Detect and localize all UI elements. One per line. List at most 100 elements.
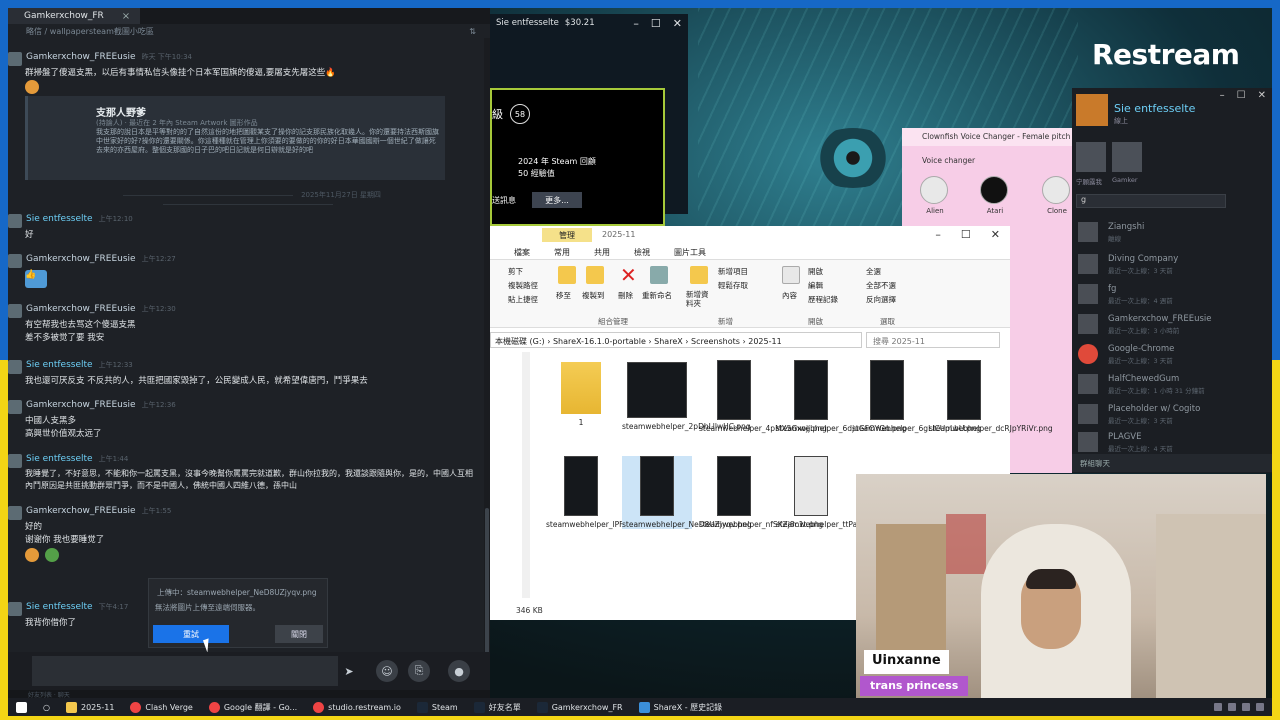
paste-shortcut-button[interactable]: 貼上捷徑 [508, 294, 538, 305]
taskbar-item-sharex[interactable]: ShareX - 歷史記錄 [631, 698, 731, 716]
avatar[interactable] [8, 454, 22, 468]
group-chats-header[interactable]: 群組聊天 [1072, 454, 1272, 472]
sender-name[interactable]: Sie entfesselte 上午1:44 [26, 454, 128, 464]
sender-name[interactable]: Gamkerxchow_FREEusie 上午1:55 [26, 506, 171, 516]
voice-alien[interactable]: Alien [920, 176, 950, 215]
chat-input[interactable] [32, 656, 338, 686]
friend-item[interactable]: Google-Chrome 最近一次上線：3 天前 [1078, 342, 1268, 365]
avatar[interactable] [8, 214, 22, 228]
file-item[interactable]: 1 [546, 362, 616, 427]
friend-item[interactable]: Diving Company 最近一次上線：3 天前 [1078, 252, 1268, 275]
sender-name[interactable]: Sie entfesselte 上午12:10 [26, 214, 133, 224]
delete-button[interactable]: 刪除 [618, 290, 633, 301]
friend-item[interactable]: fg 最近一次上線：4 週前 [1078, 282, 1268, 305]
send-icon[interactable]: ➤ [338, 660, 360, 682]
sender-name[interactable]: Sie entfesselte 下午4:17 [26, 602, 128, 612]
tab-picture-tools[interactable]: 圖片工具 [650, 244, 706, 259]
chat-scrollbar[interactable] [484, 38, 490, 688]
close-icon[interactable]: × [122, 11, 130, 22]
sender-name[interactable]: Sie entfesselte 上午12:33 [26, 360, 133, 370]
maximize-icon[interactable]: ☐ [651, 17, 661, 30]
voice-icon[interactable]: ● [448, 660, 470, 682]
properties-button[interactable]: 內容 [782, 290, 797, 301]
file-item[interactable]: steamwebhelper_ttPaaL9bet.png [776, 456, 900, 529]
more-button[interactable]: 更多... [532, 192, 582, 208]
settings-icon[interactable]: ⇅ [469, 27, 476, 36]
close-icon[interactable]: ✕ [673, 17, 682, 30]
tab-view[interactable]: 檢視 [610, 244, 650, 259]
avatar[interactable] [8, 52, 22, 66]
rename-button[interactable]: 重新命名 [642, 290, 672, 301]
address-bar[interactable]: 本機磁碟 (G:) › ShareX-16.1.0-portable › Sha… [490, 332, 862, 348]
taskbar-item-clash[interactable]: Clash Verge [122, 698, 200, 716]
friend-item[interactable]: Ziangshi 離線 [1078, 220, 1268, 243]
voice-atari[interactable]: Atari [980, 176, 1010, 215]
copy-path-button[interactable]: 複製路徑 [508, 280, 538, 291]
attach-icon[interactable]: ⎘ [408, 660, 430, 682]
close-button[interactable]: 關閉 [275, 625, 323, 643]
tray-icon[interactable] [1256, 703, 1264, 711]
friend-item[interactable]: Gamkerxchow_FREEusie 最近一次上線：3 小時前 [1078, 312, 1268, 335]
sender-name[interactable]: Gamkerxchow_FREEusie 昨天 下午10:34 [26, 52, 192, 62]
file-item[interactable]: steamwebhelper_6djuGFOYGn.png [776, 360, 906, 433]
avatar[interactable] [8, 400, 22, 414]
taskbar-item-chat[interactable]: Gamkerxchow_FR [529, 698, 631, 716]
friends-search-input[interactable]: g [1076, 194, 1226, 208]
sender-name[interactable]: Gamkerxchow_FREEusie 上午12:27 [26, 254, 176, 264]
select-none-button[interactable]: 全部不選 [866, 280, 896, 291]
maximize-icon[interactable]: ☐ [1237, 90, 1246, 101]
sender-name[interactable]: Gamkerxchow_FREEusie 上午12:30 [26, 304, 176, 314]
taskbar-item-translate[interactable]: Google 翻譯 - Go... [201, 698, 305, 716]
emoticon-icon[interactable]: ☺ [376, 660, 398, 682]
select-all-button[interactable]: 全選 [866, 266, 881, 277]
friend-item[interactable]: Placeholder w/ Cogito 最近一次上線：3 天前 [1078, 402, 1268, 425]
minimize-icon[interactable]: – [1220, 90, 1225, 101]
avatar[interactable] [8, 602, 22, 616]
move-to-button[interactable]: 移至 [556, 290, 571, 301]
file-item[interactable]: steamwebhelper_2pDhLllwHC.png [622, 362, 751, 431]
favorite-avatar[interactable] [1112, 142, 1142, 172]
taskbar-item-explorer[interactable]: 2025-11 [58, 698, 122, 716]
taskbar-item-restream[interactable]: studio.restream.io [305, 698, 409, 716]
tab-share[interactable]: 共用 [570, 244, 610, 259]
new-item-button[interactable]: 新增項目 [718, 266, 748, 277]
start-button[interactable] [8, 698, 35, 716]
sender-name[interactable]: Gamkerxchow_FREEusie 上午12:36 [26, 400, 176, 410]
friend-item[interactable]: PLAGVE 最近一次上線：4 天前 [1078, 430, 1268, 453]
file-item[interactable]: steamwebhelper_dcRJpYRiVr.png [929, 360, 1053, 433]
file-item[interactable]: steamwebhelper_6gLICUpLbU.png [852, 360, 981, 433]
tab-manage[interactable]: 管理 [542, 228, 592, 242]
copy-to-button[interactable]: 複製到 [582, 290, 605, 301]
minimize-icon[interactable]: – [633, 17, 639, 30]
search-button[interactable]: ○ [35, 698, 58, 716]
avatar[interactable] [1076, 94, 1108, 126]
file-item[interactable]: steamwebhelper_nfSKZj8c1t.png [699, 456, 823, 529]
taskbar-item-friends[interactable]: 好友名單 [466, 698, 529, 716]
maximize-icon[interactable]: ☐ [961, 228, 971, 241]
group-invite-card[interactable]: 支那人野爹 (持論人) · 最近在 2 年內 Steam Artwork 圖形作… [25, 96, 445, 180]
friend-item[interactable]: HalfChewedGum 最近一次上線：1 小時 31 分鐘前 [1078, 372, 1268, 395]
tab-home[interactable]: 常用 [530, 244, 570, 259]
easy-access-button[interactable]: 輕鬆存取 [718, 280, 748, 291]
tray-icon[interactable] [1214, 703, 1222, 711]
avatar[interactable] [8, 360, 22, 374]
file-item-selected[interactable]: steamwebhelper_NeD8UZjyqv.png [622, 456, 752, 529]
tab-file[interactable]: 檔案 [490, 244, 530, 259]
history-button[interactable]: 歷程記錄 [808, 294, 838, 305]
favorite-avatar[interactable] [1076, 142, 1106, 172]
file-item[interactable]: steamwebhelper_4pMX5Gxojj.png [699, 360, 827, 433]
system-tray[interactable] [1214, 703, 1272, 711]
tray-icon[interactable] [1242, 703, 1250, 711]
taskbar-item-steam[interactable]: Steam [409, 698, 466, 716]
send-message-button[interactable]: 送訊息 [492, 192, 526, 208]
close-icon[interactable]: ✕ [991, 228, 1000, 241]
tray-icon[interactable] [1228, 703, 1236, 711]
avatar[interactable] [8, 506, 22, 520]
file-item[interactable]: steamwebhelper_lPFTCvx7Gh.png [546, 456, 674, 529]
open-button[interactable]: 開啟 [808, 266, 823, 277]
minimize-icon[interactable]: – [935, 228, 941, 241]
retry-button[interactable]: 重試 [153, 625, 229, 643]
cut-button[interactable]: 剪下 [508, 266, 523, 277]
search-input[interactable]: 搜尋 2025-11 [866, 332, 1000, 348]
chat-tab[interactable]: Gamkerxchow_FR × [8, 8, 141, 24]
